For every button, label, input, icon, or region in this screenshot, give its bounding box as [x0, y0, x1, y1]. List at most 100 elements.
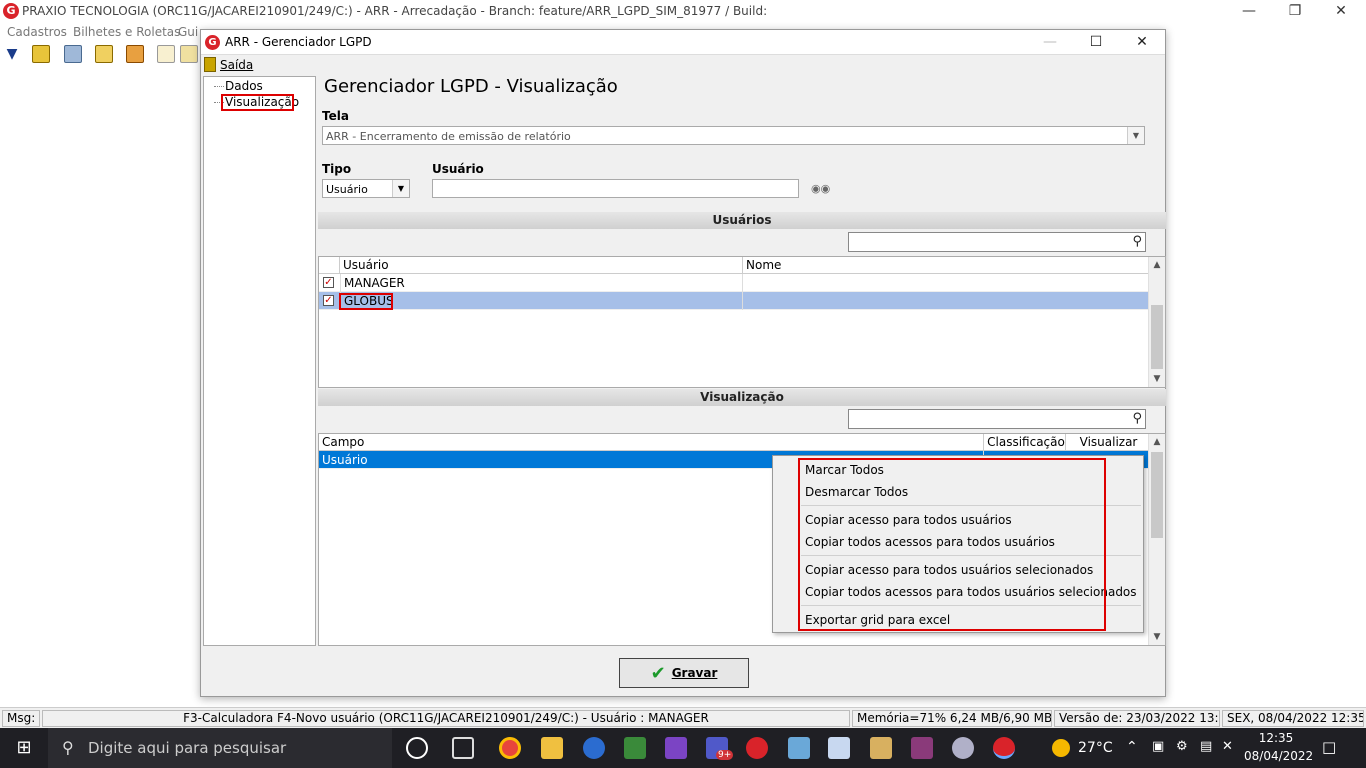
checkmark-icon: ✔ [650, 662, 666, 684]
close-button[interactable]: ✕ [1318, 0, 1364, 22]
chrome-icon[interactable] [499, 737, 521, 759]
praxio-logo-icon: G [3, 3, 19, 19]
usuarios-scrollbar[interactable]: ▲ ▼ [1148, 257, 1165, 387]
navigation-tree: Dados Visualização [203, 76, 316, 646]
chevron-up-icon[interactable]: ⌃ [1126, 739, 1138, 755]
cell-usuario: GLOBUS [340, 292, 743, 310]
dialog-close-button[interactable]: ✕ [1119, 30, 1165, 55]
file-explorer-icon[interactable] [541, 737, 563, 759]
tela-select[interactable]: ARR - Encerramento de emissão de relatór… [322, 126, 1145, 145]
task-view-icon[interactable] [452, 737, 474, 759]
search-icon[interactable]: ⚲ [1132, 234, 1142, 249]
datetime-status: SEX, 08/04/2022 12:35:02 [1222, 710, 1364, 727]
defender-icon[interactable]: ⚙ [1176, 739, 1188, 754]
grid-header-nome[interactable]: Nome [743, 257, 1149, 274]
page-title: Gerenciador LGPD - Visualização [324, 76, 618, 97]
visualizacao-search-input[interactable]: ⚲ [848, 409, 1146, 429]
grid-header-check [319, 257, 340, 274]
tools-icon[interactable] [870, 737, 892, 759]
scroll-thumb[interactable] [1151, 305, 1163, 369]
notifications-icon[interactable]: □ [1322, 738, 1336, 756]
row-checkbox[interactable]: ✓ [323, 295, 334, 306]
cortana-icon[interactable] [406, 737, 428, 759]
search-records-icon[interactable] [32, 45, 50, 63]
praxio-app-icon[interactable] [746, 737, 768, 759]
visualizacao-scrollbar[interactable]: ▲ ▼ [1148, 434, 1165, 645]
scroll-thumb[interactable] [1151, 452, 1163, 538]
chevron-down-icon[interactable]: ▼ [1127, 127, 1144, 144]
grid-header-visualizar[interactable]: Visualizar [1066, 434, 1149, 451]
menu-cadastros[interactable]: Cadastros [7, 25, 67, 39]
save-button[interactable]: ✔ Gravar [619, 658, 749, 688]
menu-bilhetes-roletas[interactable]: Bilhetes e Roletas [73, 25, 180, 39]
usuario-input[interactable] [432, 179, 799, 198]
windows-start-icon[interactable]: ⊞ [0, 728, 48, 768]
cell-nome [743, 274, 1149, 292]
dialog-minimize-button[interactable]: — [1027, 30, 1073, 55]
toolbar: ▼ [0, 42, 200, 66]
clock-date[interactable]: 08/04/2022 [1244, 749, 1313, 763]
app-title: PRAXIO TECNOLOGIA (ORC11G/JACAREI210901/… [22, 4, 768, 18]
version-status: Versão de: 23/03/2022 13:20 [1054, 710, 1220, 727]
scroll-up-icon[interactable]: ▲ [1149, 434, 1165, 450]
annotation-highlight [339, 293, 393, 310]
paint-icon[interactable] [828, 737, 850, 759]
usuarios-section-header: Usuários [318, 212, 1166, 229]
praxio-active-icon[interactable] [993, 737, 1015, 759]
usuarios-search-input[interactable]: ⚲ [848, 232, 1146, 252]
msg-label: Msg: [2, 710, 40, 727]
notepad-icon[interactable] [788, 737, 810, 759]
taskbar-search-input[interactable]: ⚲ Digite aqui para pesquisar [48, 728, 392, 768]
tipo-select-value: Usuário [326, 183, 368, 196]
search-icon[interactable]: ⚲ [1132, 411, 1142, 426]
dialog-title: ARR - Gerenciador LGPD [225, 35, 372, 49]
visual-studio-icon[interactable] [665, 737, 687, 759]
dialog-title-bar: G ARR - Gerenciador LGPD — ☐ ✕ [201, 30, 1165, 55]
weather-temp: 27°C [1078, 740, 1113, 756]
document-icon[interactable] [157, 45, 175, 63]
cell-nome [743, 292, 1149, 310]
weather-sun-icon [1052, 739, 1070, 757]
praxio-logo-icon: G [205, 35, 220, 50]
scroll-down-icon[interactable]: ▼ [1149, 371, 1165, 387]
report-icon[interactable] [95, 45, 113, 63]
printer-icon[interactable] [64, 45, 82, 63]
outlook-icon[interactable] [583, 737, 605, 759]
table-row[interactable]: ✓ MANAGER [319, 274, 1149, 292]
binoculars-icon[interactable]: ◉◉ [811, 182, 830, 195]
tipo-select[interactable]: Usuário ▼ [322, 179, 410, 198]
home-icon[interactable] [126, 45, 144, 63]
save-button-label: Gravar [671, 666, 718, 680]
scroll-up-icon[interactable]: ▲ [1149, 257, 1165, 273]
exit-toolbar: Saída [201, 55, 1165, 75]
table-row-selected[interactable]: ✓ GLOBUS [319, 292, 1149, 310]
app-icon[interactable] [624, 737, 646, 759]
menu-guias[interactable]: Gui [178, 25, 198, 39]
restore-button[interactable]: ❐ [1272, 0, 1318, 22]
snipping-icon[interactable] [952, 737, 974, 759]
tree-item-dados[interactable]: Dados [225, 79, 263, 93]
minimize-button[interactable]: — [1226, 0, 1272, 22]
wifi-icon[interactable]: ▤ [1200, 739, 1212, 754]
network-icon[interactable]: ▣ [1152, 739, 1164, 754]
windows-taskbar: ⊞ ⚲ Digite aqui para pesquisar 9+ 27°C ⌃… [0, 728, 1366, 768]
notes-icon[interactable] [180, 45, 198, 63]
grid-header-usuario[interactable]: Usuário [340, 257, 743, 274]
status-bar: Msg: F3-Calculadora F4-Novo usuário (ORC… [0, 707, 1366, 728]
door-exit-icon [204, 57, 216, 72]
app-title-bar: G PRAXIO TECNOLOGIA (ORC11G/JACAREI21090… [0, 0, 1366, 22]
grid-header-classificacao[interactable]: Classificação [984, 434, 1066, 451]
winrar-icon[interactable] [911, 737, 933, 759]
arrow-down-icon[interactable]: ▼ [3, 45, 21, 63]
dialog-maximize-button[interactable]: ☐ [1073, 30, 1119, 55]
exit-button[interactable]: Saída [220, 58, 253, 72]
cell-usuario: MANAGER [340, 274, 743, 292]
clock-time[interactable]: 12:35 [1250, 731, 1302, 745]
visualizacao-section-header: Visualização [318, 389, 1166, 406]
row-checkbox[interactable]: ✓ [323, 277, 334, 288]
scroll-down-icon[interactable]: ▼ [1149, 629, 1165, 645]
grid-header-campo[interactable]: Campo [319, 434, 984, 451]
volume-muted-icon[interactable]: ✕ [1222, 739, 1233, 754]
chevron-down-icon[interactable]: ▼ [392, 180, 409, 197]
search-icon: ⚲ [62, 738, 74, 757]
